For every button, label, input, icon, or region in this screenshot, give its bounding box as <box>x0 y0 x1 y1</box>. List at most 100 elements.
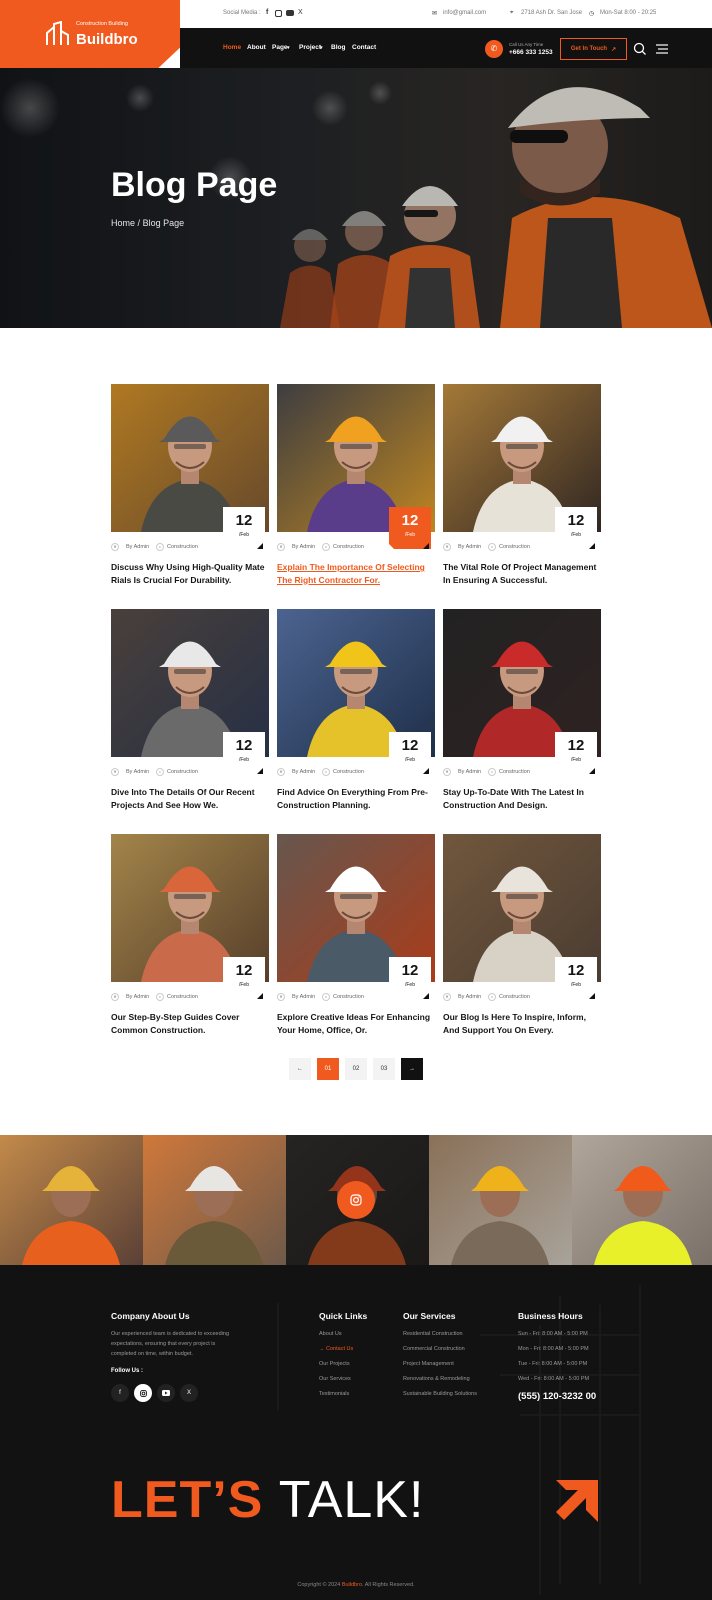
instagram-icon[interactable] <box>275 10 282 17</box>
post-author[interactable]: By Admin <box>292 769 315 775</box>
blog-card[interactable]: 12 /Feb ✕ By Admin • Construction Explai… <box>277 384 435 599</box>
date-day: 12 <box>567 512 585 529</box>
x-icon[interactable]: X <box>180 1384 198 1402</box>
badge-corner <box>589 768 595 774</box>
post-category[interactable]: Construction <box>333 544 364 550</box>
service-item[interactable]: Residential Construction <box>403 1331 463 1337</box>
blog-card[interactable]: 12 /Feb ✕ By Admin • Construction Our St… <box>111 834 269 1049</box>
hours-row: Mon - Fri: 8:00 AM - 5:00 PM <box>518 1346 589 1352</box>
post-title[interactable]: Dive Into The Details Of Our Recent Proj… <box>111 786 269 811</box>
arrow-up-right-icon[interactable] <box>552 1476 602 1526</box>
post-author[interactable]: By Admin <box>292 994 315 1000</box>
post-category[interactable]: Construction <box>333 769 364 775</box>
service-item[interactable]: Sustainable Building Solutions <box>403 1391 477 1397</box>
post-author[interactable]: By Admin <box>126 769 149 775</box>
post-title[interactable]: The Vital Role Of Project Management In … <box>443 561 601 586</box>
blog-card[interactable]: 12 /Feb ✕ By Admin • Construction Explor… <box>277 834 435 1049</box>
post-category[interactable]: Construction <box>499 544 530 550</box>
post-category[interactable]: Construction <box>167 769 198 775</box>
post-title[interactable]: Explain The Importance Of Selecting The … <box>277 561 435 586</box>
gallery-image[interactable] <box>429 1135 572 1265</box>
gallery-image[interactable] <box>572 1135 712 1265</box>
post-title[interactable]: Stay Up-To-Date With The Latest In Const… <box>443 786 601 811</box>
nav-page[interactable]: Page <box>272 44 288 51</box>
call-number[interactable]: +666 333 1253 <box>509 49 553 56</box>
post-category[interactable]: Construction <box>499 769 530 775</box>
post-title[interactable]: Explore Creative Ideas For Enhancing You… <box>277 1011 435 1036</box>
tag-icon: • <box>488 993 496 1001</box>
breadcrumb-separator: / <box>137 218 141 228</box>
post-category[interactable]: Construction <box>167 544 198 550</box>
page-button-1[interactable]: 01 <box>317 1058 339 1080</box>
badge-corner <box>257 768 263 774</box>
post-title[interactable]: Our Step-By-Step Guides Cover Common Con… <box>111 1011 269 1036</box>
date-month: /Feb <box>570 757 581 763</box>
instagram-icon[interactable] <box>134 1384 152 1402</box>
badge-corner <box>423 768 429 774</box>
workers-hero-image <box>0 68 712 328</box>
service-item[interactable]: Renovations & Remodeling <box>403 1376 470 1382</box>
footer-link-testimonials[interactable]: Testimonials <box>319 1391 349 1397</box>
get-in-touch-button[interactable]: Get In Touch ↗ <box>560 38 627 60</box>
post-author[interactable]: By Admin <box>126 544 149 550</box>
post-author[interactable]: By Admin <box>292 544 315 550</box>
footer-phone[interactable]: (555) 120-3232 00 <box>518 1391 596 1402</box>
post-title[interactable]: Our Blog Is Here To Inspire, Inform, And… <box>443 1011 601 1036</box>
logo-name[interactable]: Buildbro <box>76 31 138 48</box>
search-icon[interactable] <box>632 40 648 58</box>
tag-icon: • <box>322 768 330 776</box>
menu-icon[interactable] <box>654 40 670 58</box>
nav-home[interactable]: Home <box>223 44 241 51</box>
tag-icon: • <box>488 543 496 551</box>
nav-contact[interactable]: Contact <box>352 44 376 51</box>
blog-card[interactable]: 12 /Feb ✕ By Admin • Construction Stay U… <box>443 609 601 824</box>
footer-link-about[interactable]: About Us <box>319 1331 342 1337</box>
post-category[interactable]: Construction <box>167 994 198 1000</box>
post-title[interactable]: Discuss Why Using High-Quality Mate Rial… <box>111 561 269 586</box>
post-author[interactable]: By Admin <box>458 769 481 775</box>
user-icon: ✕ <box>277 543 285 551</box>
footer-link-services[interactable]: Our Services <box>319 1376 351 1382</box>
copyright-brand[interactable]: Buildbro <box>342 1582 362 1588</box>
youtube-icon[interactable] <box>157 1384 175 1402</box>
blog-card[interactable]: 12 /Feb ✕ By Admin • Construction Find A… <box>277 609 435 824</box>
date-day: 12 <box>235 962 253 979</box>
nav-project[interactable]: Project <box>299 44 321 51</box>
phone-icon[interactable]: ✆ <box>485 40 503 58</box>
post-author[interactable]: By Admin <box>126 994 149 1000</box>
blog-card[interactable]: 12 /Feb ✕ By Admin • Construction The Vi… <box>443 384 601 599</box>
nav-blog[interactable]: Blog <box>331 44 345 51</box>
service-item[interactable]: Project Management <box>403 1361 454 1367</box>
page-button-3[interactable]: 03 <box>373 1058 395 1080</box>
badge-corner <box>257 543 263 549</box>
footer-link-projects[interactable]: Our Projects <box>319 1361 350 1367</box>
footer-link-contact[interactable]: → Contact Us <box>319 1346 353 1352</box>
post-author[interactable]: By Admin <box>458 544 481 550</box>
blog-card[interactable]: 12 /Feb ✕ By Admin • Construction Discus… <box>111 384 269 599</box>
topbar-email[interactable]: info@gmail.com <box>443 10 486 16</box>
hero-banner <box>0 68 712 328</box>
prev-page-button[interactable]: ← <box>289 1058 311 1080</box>
youtube-icon[interactable] <box>286 10 294 16</box>
facebook-icon[interactable]: f <box>111 1384 129 1402</box>
post-category[interactable]: Construction <box>499 994 530 1000</box>
blog-card[interactable]: 12 /Feb ✕ By Admin • Construction Dive I… <box>111 609 269 824</box>
facebook-icon[interactable]: f <box>266 9 268 16</box>
instagram-icon[interactable] <box>337 1181 375 1219</box>
lets-talk-heading[interactable]: LET’S TALK! <box>111 1470 424 1530</box>
post-title[interactable]: Find Advice On Everything From Pre-Const… <box>277 786 435 811</box>
gallery-image[interactable] <box>143 1135 286 1265</box>
service-item[interactable]: Commercial Construction <box>403 1346 465 1352</box>
gallery-image[interactable] <box>0 1135 143 1265</box>
copyright-suffix: . All Rights Reserved. <box>362 1582 415 1588</box>
page-button-2[interactable]: 02 <box>345 1058 367 1080</box>
building-logo-icon[interactable] <box>45 21 71 47</box>
x-icon[interactable]: X <box>298 9 303 16</box>
nav-about[interactable]: About <box>247 44 266 51</box>
next-page-button[interactable]: → <box>401 1058 423 1080</box>
post-author[interactable]: By Admin <box>458 994 481 1000</box>
post-category[interactable]: Construction <box>333 994 364 1000</box>
breadcrumb-home[interactable]: Home <box>111 218 135 228</box>
blog-card[interactable]: 12 /Feb ✕ By Admin • Construction Our Bl… <box>443 834 601 1049</box>
follow-label: Follow Us : <box>111 1368 143 1374</box>
